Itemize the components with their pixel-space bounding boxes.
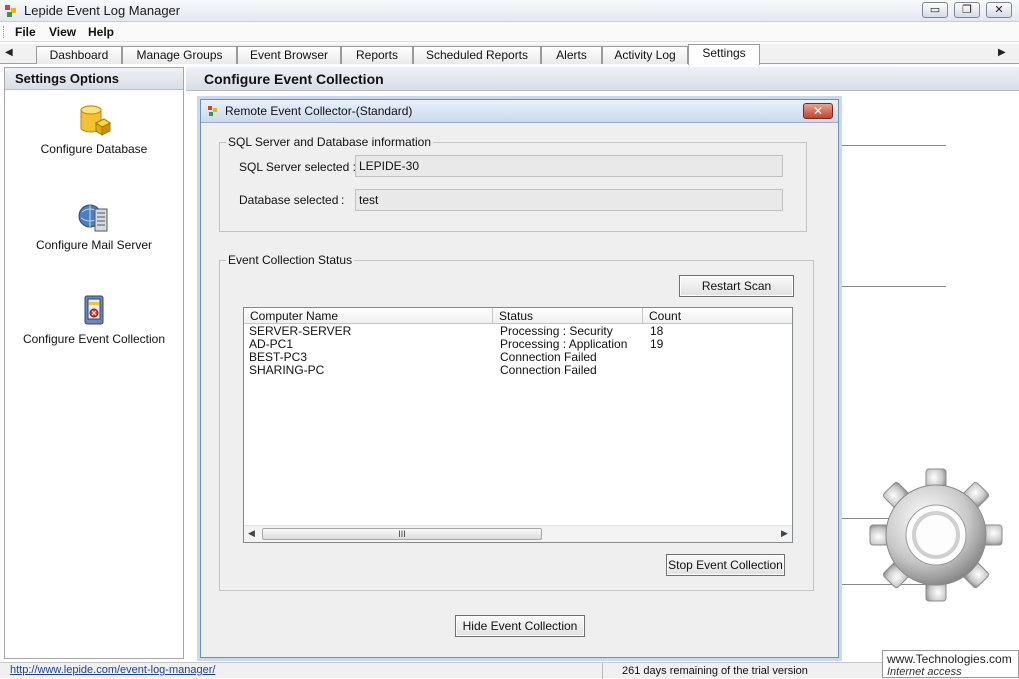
tab-scheduled-reports[interactable]: Scheduled Reports: [413, 46, 541, 64]
dialog-close-button[interactable]: ✕: [803, 103, 833, 119]
tab-reports[interactable]: Reports: [341, 46, 413, 64]
sql-server-field: LEPIDE-30: [355, 155, 783, 177]
status-separator: [602, 663, 603, 679]
app-logo-icon: [5, 5, 16, 17]
cell-computer-name: SERVER-SERVER: [249, 324, 352, 338]
cell-computer-name: AD-PC1: [249, 337, 294, 351]
menu-grip: [3, 26, 5, 38]
cell-status: Connection Failed: [500, 350, 597, 364]
window-title: Lepide Event Log Manager: [24, 3, 181, 18]
product-link[interactable]: http://www.lepide.com/event-log-manager/: [10, 664, 215, 676]
tab-activity-log[interactable]: Activity Log: [602, 46, 688, 64]
cell-status: Connection Failed: [500, 363, 597, 377]
configure-database-label: Configure Database: [40, 142, 148, 156]
watermark-line-2: Internet access: [887, 666, 962, 678]
configure-database-option[interactable]: Configure Database: [5, 104, 183, 156]
column-header-computer-name[interactable]: Computer Name: [244, 308, 493, 324]
configure-event-collection-option[interactable]: Configure Event Collection: [5, 294, 183, 346]
minimize-button[interactable]: ▭: [922, 2, 948, 18]
hide-event-collection-button[interactable]: Hide Event Collection: [455, 615, 585, 637]
cell-count: 19: [650, 337, 664, 351]
tab-dashboard[interactable]: Dashboard: [36, 46, 122, 64]
column-header-status[interactable]: Status: [493, 308, 643, 324]
event-collection-icon: [84, 295, 104, 325]
scroll-left-icon[interactable]: ◀: [248, 528, 255, 539]
menu-file[interactable]: File: [15, 25, 36, 39]
dialog-title: Remote Event Collector-(Standard): [225, 104, 413, 118]
restore-button[interactable]: ❐: [954, 2, 980, 18]
horizontal-scrollbar[interactable]: ◀ III ▶: [244, 525, 792, 542]
event-collection-status-legend: Event Collection Status: [228, 253, 353, 267]
database-colon: :: [341, 193, 345, 207]
settings-options-header: Settings Options: [5, 68, 183, 90]
separator-line: [838, 286, 946, 287]
status-bar: http://www.lepide.com/event-log-manager/…: [0, 662, 1019, 679]
separator-line: [838, 145, 946, 146]
sql-info-legend: SQL Server and Database information: [228, 135, 431, 149]
cell-status: Processing : Security: [500, 324, 613, 338]
scroll-right-icon[interactable]: ▶: [781, 528, 788, 539]
settings-options-pane: Settings Options Configure Database Conf…: [4, 67, 184, 659]
trial-status-text: 261 days remaining of the trial version: [622, 665, 808, 677]
mail-server-icon: [78, 204, 108, 232]
database-field: test: [355, 189, 783, 211]
menu-bar: File View Help: [0, 22, 1019, 42]
database-icon: [80, 105, 111, 136]
scrollbar-thumb[interactable]: III: [262, 528, 542, 540]
event-collection-list[interactable]: Computer Name Status Count SERVER-SERVER…: [243, 307, 793, 543]
cell-computer-name: BEST-PC3: [249, 350, 308, 364]
window-close-button[interactable]: ✕: [986, 2, 1012, 18]
configure-mail-server-option[interactable]: Configure Mail Server: [5, 200, 183, 252]
tab-manage-groups[interactable]: Manage Groups: [122, 46, 237, 64]
page-title: Configure Event Collection: [186, 67, 1019, 91]
tab-scroll-right-icon[interactable]: ▶: [998, 47, 1006, 58]
cell-computer-name: SHARING-PC: [249, 363, 325, 377]
dialog-logo-icon: [208, 106, 217, 116]
menu-help[interactable]: Help: [88, 25, 114, 39]
tab-alerts[interactable]: Alerts: [541, 46, 602, 64]
remote-event-collector-dialog: Remote Event Collector-(Standard) ✕ SQL …: [200, 99, 839, 658]
database-label: Database selected: [239, 193, 339, 207]
configure-mail-server-label: Configure Mail Server: [35, 238, 153, 252]
watermark-line-1: www.Technologies.com: [887, 652, 1012, 666]
tab-event-browser[interactable]: Event Browser: [237, 46, 341, 64]
gear-icon: [869, 468, 1003, 602]
tab-scroll-left-icon[interactable]: ◀: [5, 47, 13, 58]
configure-event-collection-label: Configure Event Collection: [22, 332, 166, 346]
tab-strip: ◀ Dashboard Manage Groups Event Browser …: [0, 44, 1019, 65]
sql-info-group: SQL Server and Database information: [219, 135, 807, 232]
cell-count: 18: [650, 324, 664, 338]
menu-view[interactable]: View: [49, 25, 76, 39]
sql-server-label: SQL Server selected :: [239, 160, 356, 174]
tab-settings[interactable]: Settings: [688, 44, 760, 65]
column-header-count[interactable]: Count: [643, 308, 792, 324]
cell-status: Processing : Application: [500, 337, 628, 351]
watermark: www.Technologies.com Internet access: [882, 650, 1019, 678]
title-bar: Lepide Event Log Manager ▭ ❐ ✕: [0, 0, 1019, 22]
stop-event-collection-button[interactable]: Stop Event Collection: [666, 554, 785, 576]
restart-scan-button[interactable]: Restart Scan: [679, 275, 794, 297]
dialog-title-bar: Remote Event Collector-(Standard) ✕: [201, 100, 838, 123]
